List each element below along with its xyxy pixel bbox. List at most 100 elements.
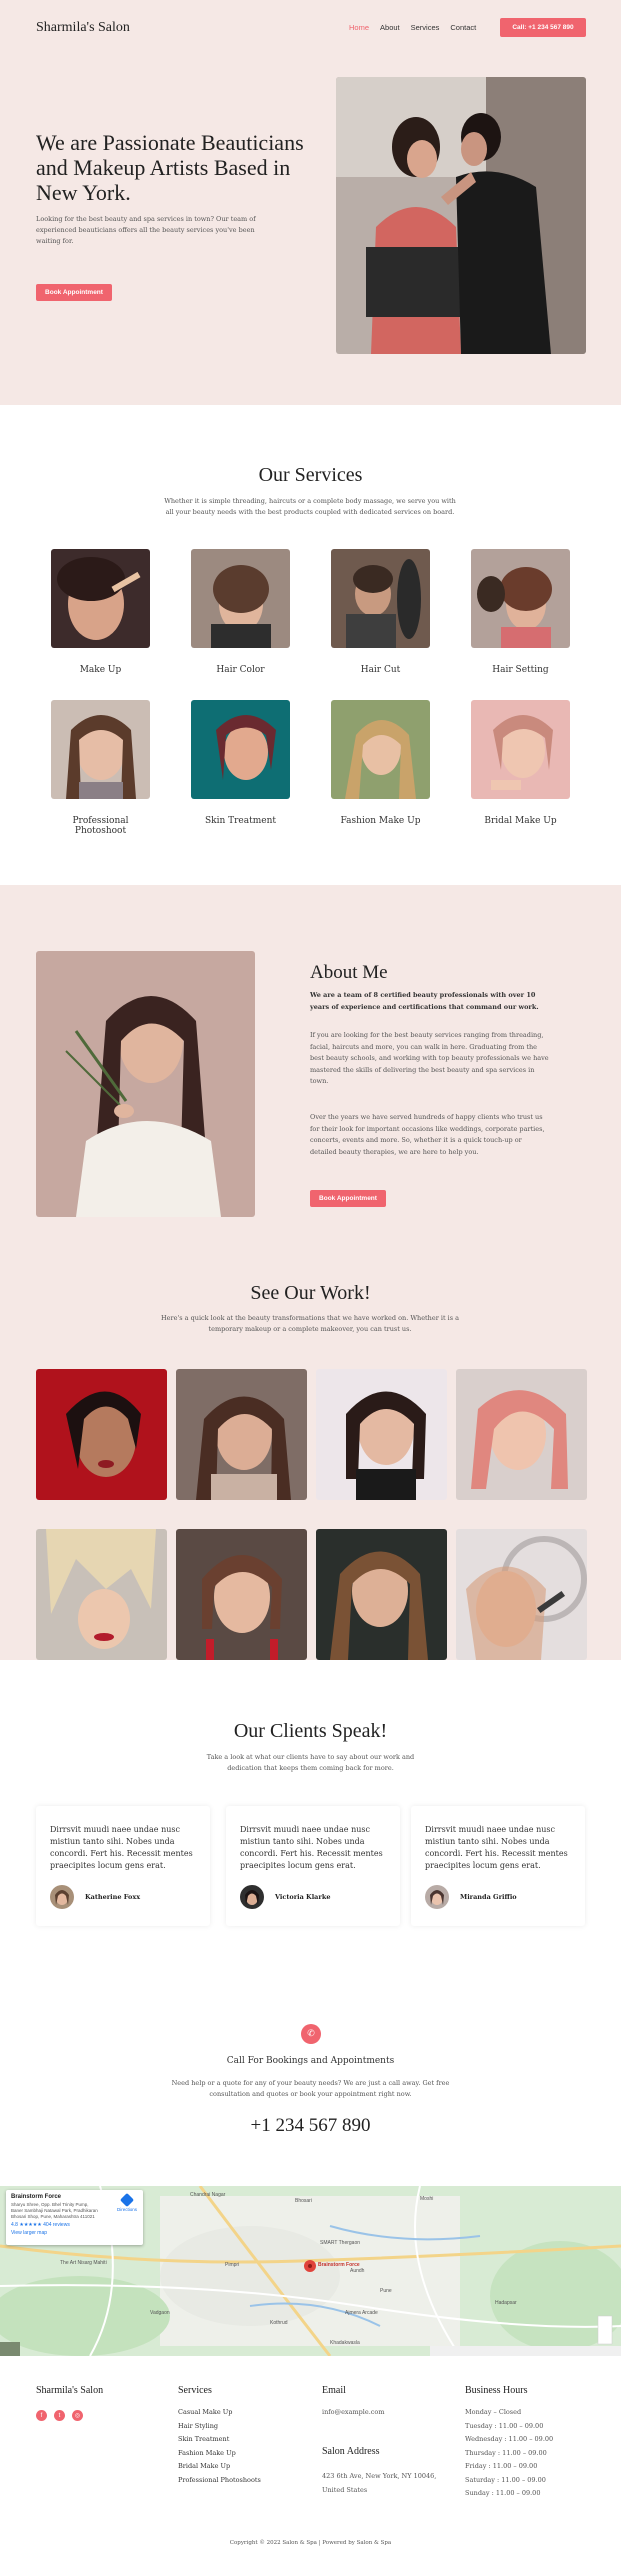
gallery-image[interactable] [36,1369,167,1500]
about-title: About Me [310,962,388,983]
work-subtitle: Here's a quick look at the beauty transf… [161,1314,459,1333]
testimonials-subtitle: Take a look at what our clients have to … [206,1753,415,1772]
testimonials-title: Our Clients Speak! [233,1720,388,1742]
map-label: The Art Nisarg Mahiti [60,2260,107,2266]
services-subtitle: Whether it is simple threading, haircuts… [164,497,456,516]
testimonial-card: Dirrsvit muudi naee undae nusc mistiun t… [411,1806,585,1926]
nav-services[interactable]: Services [411,23,440,32]
gallery-image[interactable] [316,1529,447,1660]
hours-row: Friday : 11.00 – 09.00 [465,2462,538,2470]
nav-contact[interactable]: Contact [450,23,476,32]
hero-image [336,77,586,354]
services-title: Our Services [258,464,363,486]
testimonial-quote: Dirrsvit muudi naee undae nusc mistiun t… [50,1825,193,1870]
hours-row: Monday – Closed [465,2408,522,2416]
footer-link[interactable]: Skin Treatment [178,2433,261,2447]
service-card-photoshoot[interactable]: Professional Photoshoot [51,700,150,836]
nav-home[interactable]: Home [349,23,369,32]
map-label: Aundh [350,2268,365,2274]
service-card-skin-treatment[interactable]: Skin Treatment [191,700,290,826]
hours-row: Sunday : 11.00 – 09.00 [465,2489,541,2497]
directions-icon [119,2192,135,2208]
service-card-makeup[interactable]: Make Up [51,549,150,675]
business-hours-list: Monday – Closed Tuesday : 11.00 – 09.00 … [465,2406,553,2501]
gallery-image[interactable] [176,1529,307,1660]
about-image [36,951,255,1217]
service-card-hair-setting[interactable]: Hair Setting [471,549,570,675]
footer-services-list: Casual Make Up Hair Styling Skin Treatme… [178,2406,261,2487]
hours-row: Tuesday : 11.00 – 09.00 [465,2421,544,2430]
twitter-icon[interactable]: t [54,2410,65,2421]
gallery-image[interactable] [456,1369,587,1500]
testimonial-name: Victoria Klarke [275,1893,331,1901]
map-label: Bhosari [295,2198,312,2204]
facebook-icon[interactable]: f [36,2410,47,2421]
service-image [331,700,430,799]
service-label: Bridal Make Up [484,816,557,826]
service-card-hair-cut[interactable]: Hair Cut [331,549,430,675]
service-label: Fashion Make Up [340,816,421,826]
footer-hours-title: Business Hours [465,2385,528,2396]
service-label: Skin Treatment [204,816,277,826]
gallery-image[interactable] [456,1529,587,1660]
footer-link[interactable]: Fashion Make Up [178,2447,261,2461]
footer-services-title: Services [178,2385,212,2396]
map-label: Hadapsar [495,2300,517,2306]
service-card-hair-color[interactable]: Hair Color [191,549,290,675]
footer-email[interactable]: info@example.com [322,2406,385,2420]
instagram-icon[interactable]: ◎ [72,2410,83,2421]
work-title: See Our Work! [250,1282,371,1304]
about-paragraph: If you are looking for the best beauty s… [310,1031,549,1085]
map-label: Kothrud [270,2320,288,2326]
gallery-image[interactable] [176,1369,307,1500]
contact-title: Call For Bookings and Appointments [226,2056,395,2066]
service-image [471,700,570,799]
map-info-card: Brainstorm Force Sharyu Shree, Opp. Bhel… [6,2190,143,2245]
service-label: Hair Setting [492,665,549,675]
service-card-fashion-makeup[interactable]: Fashion Make Up [331,700,430,826]
map-label: Vadgaon [150,2310,170,2316]
hours-row: Saturday : 11.00 – 09.00 [465,2475,546,2484]
footer-link[interactable]: Hair Styling [178,2420,261,2434]
footer-address: 423 6th Ave, New York, NY 10046, United … [322,2472,437,2494]
footer-link[interactable]: Professional Photoshoots [178,2474,261,2488]
map-card-address: Sharyu Shree, Opp. Bhel Trinity Pump, Ba… [11,2202,98,2219]
call-button[interactable]: Call: +1 234 567 890 [500,18,586,37]
service-label: Hair Cut [360,665,401,675]
contact-subtitle: Need help or a quote for any of your bea… [171,2079,450,2098]
service-image [51,549,150,648]
book-appointment-button[interactable]: Book Appointment [310,1190,386,1207]
map-label: Ajmera Arcade [345,2310,378,2316]
service-image [51,700,150,799]
hero-title: We are Passionate Beauticians and Makeup… [36,130,304,205]
directions-button[interactable]: Directions [117,2192,137,2212]
site-logo[interactable]: Sharmila's Salon [36,20,130,36]
map-label: SMART Thergaon [320,2240,361,2246]
testimonial-name: Miranda Griffio [460,1893,517,1901]
service-label: Professional Photoshoot [72,816,129,836]
testimonial-name: Katherine Foxx [85,1893,141,1901]
view-larger-map-link[interactable]: View larger map [11,2230,138,2236]
service-card-bridal-makeup[interactable]: Bridal Make Up [471,700,570,826]
footer-logo[interactable]: Sharmila's Salon [36,2385,103,2396]
nav-about[interactable]: About [380,23,400,32]
map-label: Pimpri [225,2262,240,2268]
map-card-rating: 4.8 ★★★★★ 404 reviews [11,2222,70,2228]
book-appointment-button[interactable]: Book Appointment [36,284,112,301]
gallery-image[interactable] [36,1529,167,1660]
testimonial-quote: Dirrsvit muudi naee undae nusc mistiun t… [425,1825,568,1870]
map-pin-label: Brainstorm Force [318,2262,360,2268]
gallery-image[interactable] [316,1369,447,1500]
map-label: Moshi [420,2196,434,2202]
map-label: Khadakwasla [330,2340,360,2346]
footer-link[interactable]: Bridal Make Up [178,2460,261,2474]
service-image [331,549,430,648]
avatar [425,1885,449,1909]
footer-link[interactable]: Casual Make Up [178,2406,261,2420]
map-label: Chandrai Nagar [190,2192,226,2198]
phone-number[interactable]: +1 234 567 890 [0,2115,621,2137]
about-paragraph: Over the years we have served hundreds o… [310,1113,545,1156]
hours-row: Thursday : 11.00 – 09.00 [465,2448,547,2457]
footer-email-title: Email [322,2385,346,2396]
testimonial-card: Dirrsvit muudi naee undae nusc mistiun t… [36,1806,210,1926]
